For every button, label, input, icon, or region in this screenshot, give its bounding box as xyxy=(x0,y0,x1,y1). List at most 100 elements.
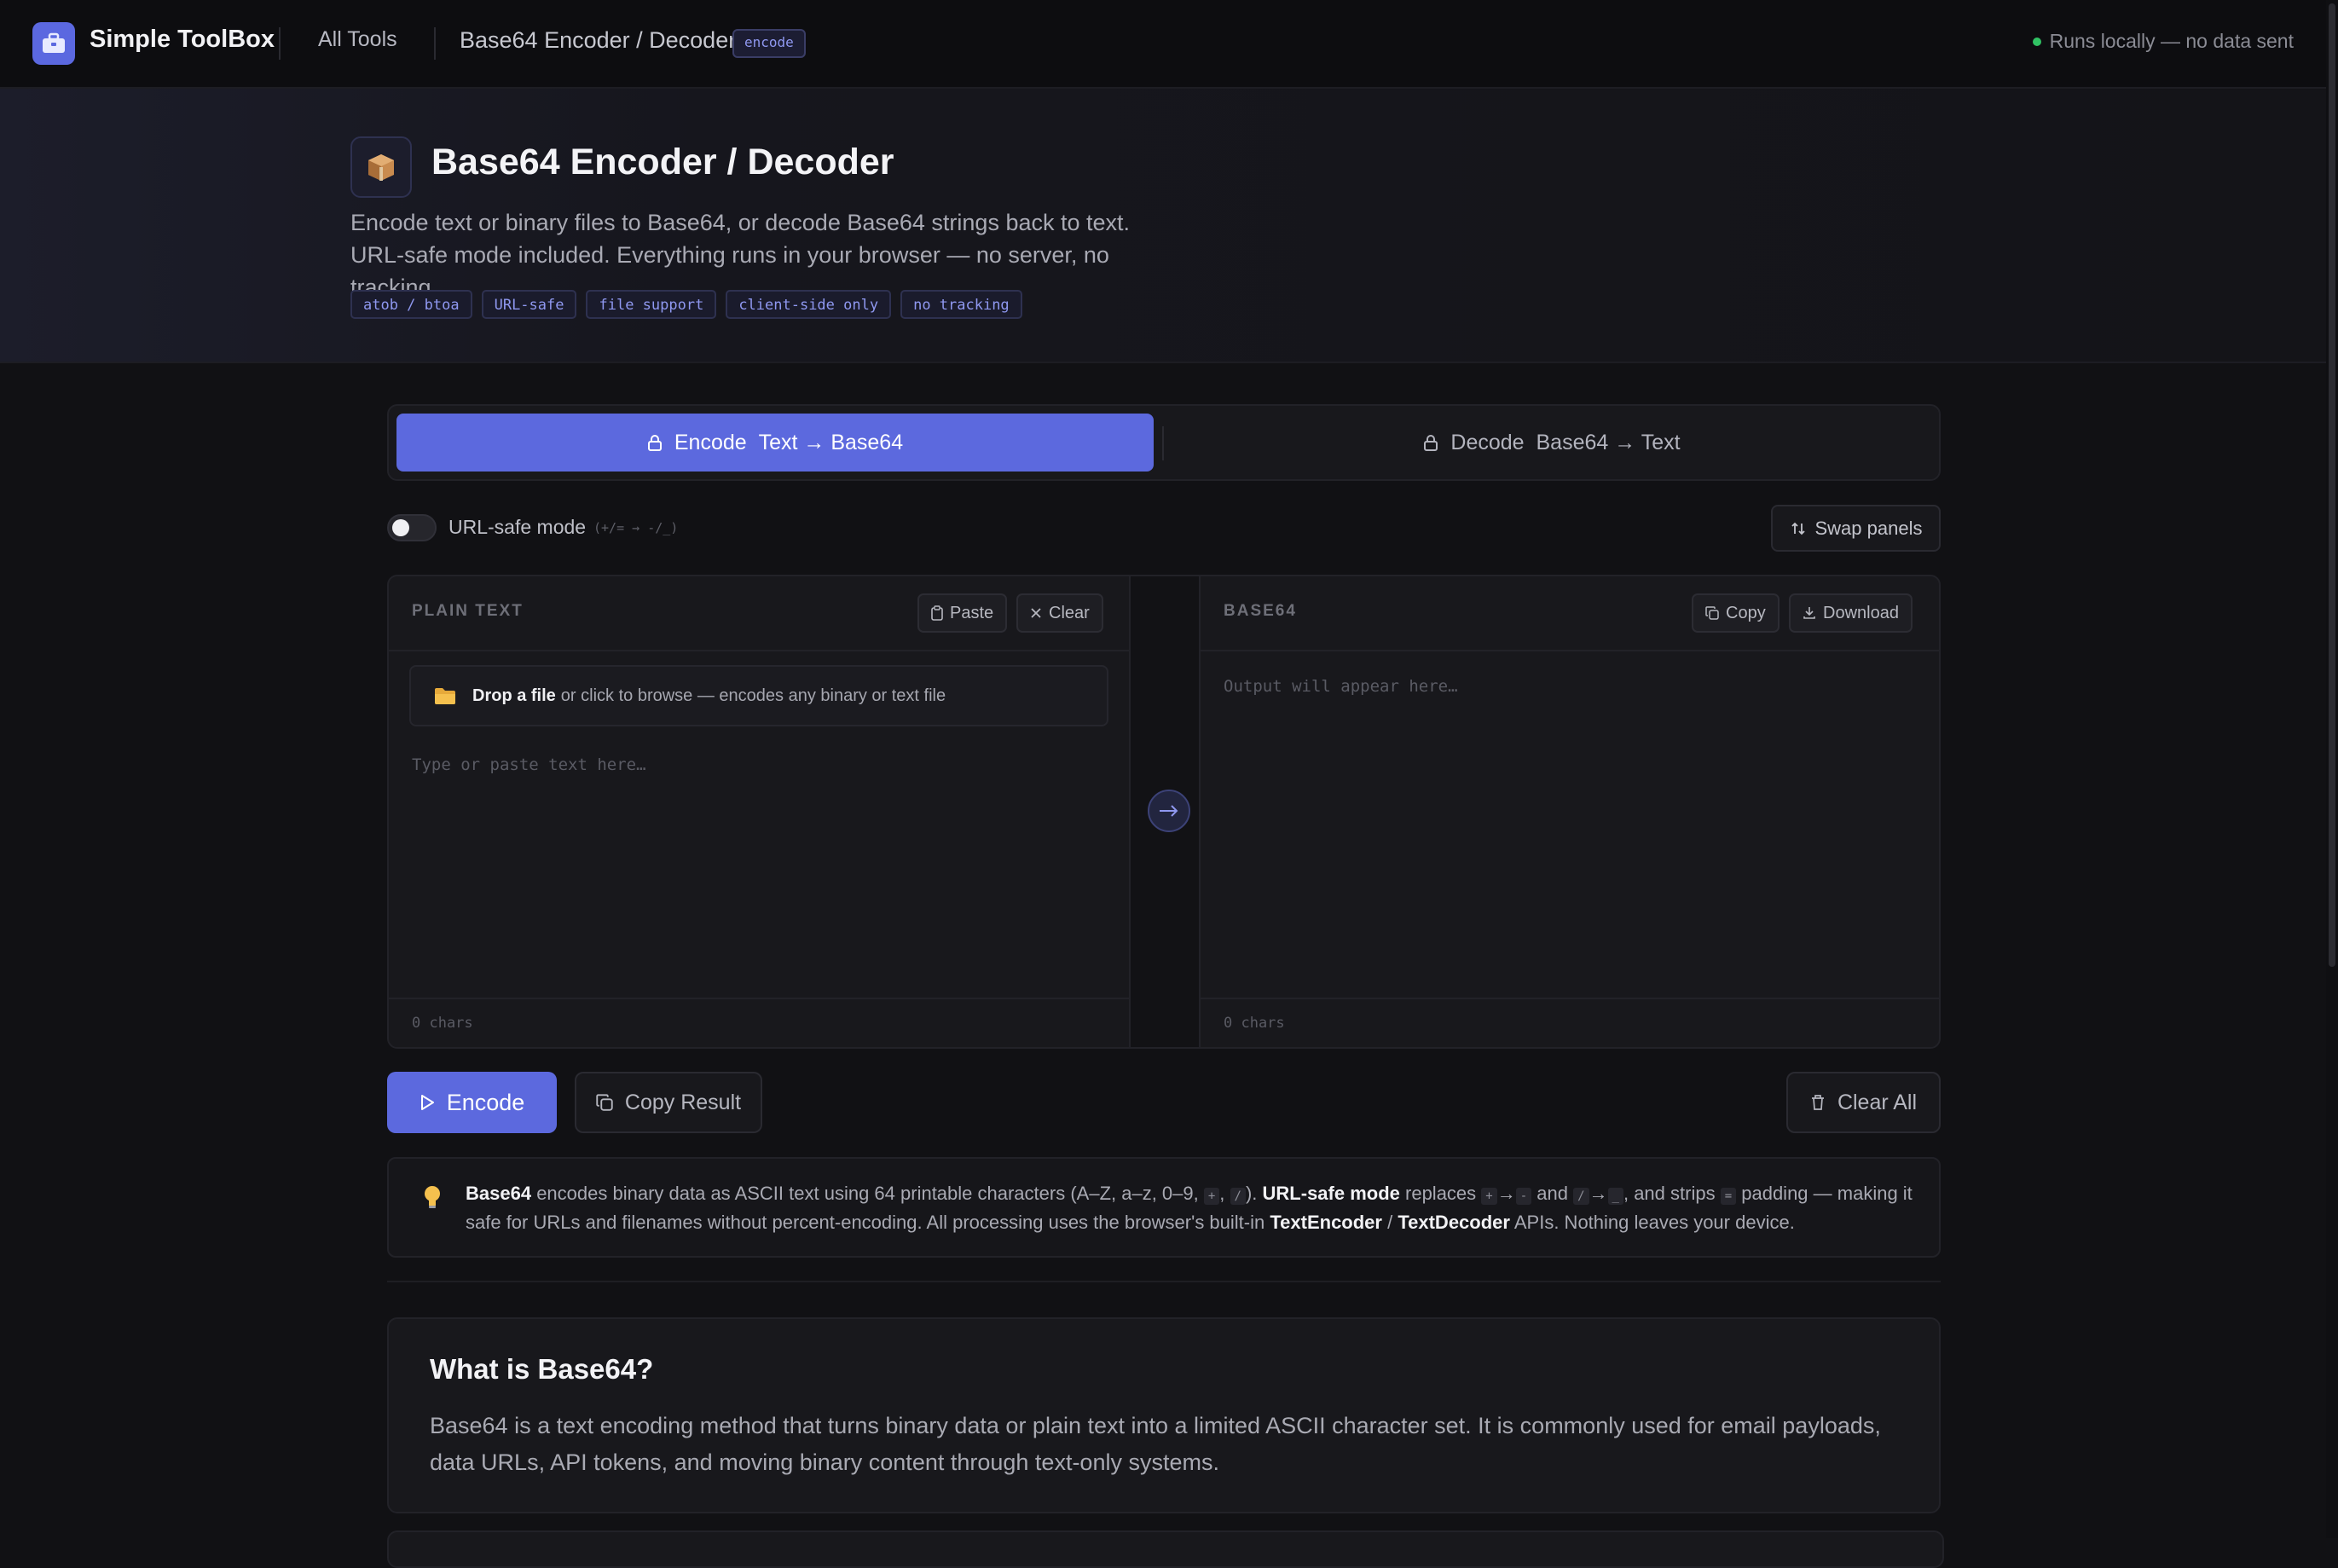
toolbox-logo-icon[interactable] xyxy=(32,22,75,65)
feature-tags: atob / btoa URL-safe file support client… xyxy=(350,290,1022,319)
info-note: Base64 encodes binary data as ASCII text… xyxy=(387,1157,1941,1258)
copy-result-button[interactable]: Copy Result xyxy=(575,1072,762,1133)
tag: no tracking xyxy=(900,290,1022,319)
download-icon xyxy=(1803,607,1815,619)
input-panel-header: PLAIN TEXT Paste Clear xyxy=(389,576,1129,651)
toggle-knob xyxy=(392,519,409,536)
input-panel-label: PLAIN TEXT xyxy=(412,602,524,620)
divider xyxy=(1162,426,1164,460)
tag: file support xyxy=(586,290,717,319)
info-fragment: / xyxy=(1381,1212,1398,1233)
copy-output-button[interactable]: Copy xyxy=(1692,593,1780,633)
clear-input-button[interactable]: Clear xyxy=(1016,593,1103,633)
info-code: = xyxy=(1720,1188,1737,1205)
info-fragment: , and strips xyxy=(1623,1183,1721,1204)
nav-all-tools-link[interactable]: All Tools xyxy=(318,27,397,52)
arrow-right-icon xyxy=(1148,790,1190,832)
next-card xyxy=(387,1530,1944,1568)
info-fragment: APIs. Nothing leaves your device. xyxy=(1509,1212,1795,1233)
output-panel-footer: 0 chars xyxy=(1201,998,1939,1047)
copy-result-label: Copy Result xyxy=(624,1090,742,1114)
paste-button[interactable]: Paste xyxy=(917,593,1008,633)
url-safe-toggle[interactable] xyxy=(387,514,437,541)
clipboard-icon xyxy=(931,605,943,621)
what-is-base64-card: What is Base64? Base64 is a text encodin… xyxy=(387,1317,1941,1513)
lightbulb-icon xyxy=(423,1184,442,1214)
output-char-count: 0 chars xyxy=(1224,1015,1285,1032)
page-title: Base64 Encoder / Decoder xyxy=(431,142,894,182)
tab-decode-desc: Base64 → Text xyxy=(1536,430,1681,454)
encode-button[interactable]: Encode xyxy=(387,1072,557,1133)
folder-icon xyxy=(435,688,455,704)
tab-encode-verb: Encode xyxy=(674,430,747,454)
output-panel: BASE64 Copy Download Output will appear … xyxy=(1201,576,1939,1047)
info-code: - xyxy=(1515,1188,1532,1205)
info-fragment: , xyxy=(1219,1183,1230,1204)
info-text: Base64 encodes binary data as ASCII text… xyxy=(466,1179,1915,1237)
info-term: URL-safe mode xyxy=(1262,1183,1400,1204)
copy-label: Copy xyxy=(1726,603,1766,622)
info-fragment: → xyxy=(1589,1183,1608,1204)
divider xyxy=(279,27,281,60)
input-char-count: 0 chars xyxy=(412,1015,473,1032)
output-textarea[interactable]: Output will appear here… xyxy=(1224,677,1458,696)
package-icon xyxy=(350,136,412,198)
clear-all-button[interactable]: Clear All xyxy=(1786,1072,1941,1133)
info-fragment: → xyxy=(1496,1183,1516,1204)
swap-icon xyxy=(1791,522,1805,535)
output-panel-header: BASE64 Copy Download xyxy=(1201,576,1939,651)
info-term: TextEncoder xyxy=(1270,1212,1382,1233)
status-text: Runs locally — no data sent xyxy=(2049,30,2294,52)
input-textarea[interactable]: Type or paste text here… xyxy=(412,755,646,774)
copy-icon xyxy=(1705,606,1719,620)
lock-icon xyxy=(647,435,662,451)
info-fragment: encodes binary data as ASCII text using … xyxy=(531,1183,1204,1204)
drop-text: or click to browse — encodes any binary … xyxy=(560,686,946,705)
tag: client-side only xyxy=(726,290,892,319)
page-description: Encode text or binary files to Base64, o… xyxy=(350,210,1131,300)
scrollbar-thumb[interactable] xyxy=(2329,3,2335,967)
info-code: _ xyxy=(1607,1188,1623,1205)
info-code: / xyxy=(1230,1188,1246,1205)
info-fragment: replaces xyxy=(1399,1183,1482,1204)
clear-label: Clear xyxy=(1049,603,1090,622)
breadcrumb-current: Base64 Encoder / Decoder xyxy=(460,27,737,53)
output-panel-label: BASE64 xyxy=(1224,602,1297,620)
url-safe-label: URL-safe mode xyxy=(449,516,587,538)
info-fragment: and xyxy=(1531,1183,1574,1204)
swap-panels-label: Swap panels xyxy=(1814,517,1923,539)
info-term: TextDecoder xyxy=(1398,1212,1510,1233)
tag: URL-safe xyxy=(481,290,577,319)
local-status: Runs locally — no data sent xyxy=(2032,30,2294,53)
paste-label: Paste xyxy=(950,603,994,622)
article-body: Base64 is a text encoding method that tu… xyxy=(430,1413,1881,1475)
file-drop-zone[interactable]: Drop a file or click to browse — encodes… xyxy=(409,665,1108,726)
editor-panels: PLAIN TEXT Paste Clear Drop a file or cl… xyxy=(387,575,1941,1049)
swap-panels-button[interactable]: Swap panels xyxy=(1771,505,1941,552)
status-dot-icon xyxy=(2032,37,2041,46)
encode-button-label: Encode xyxy=(446,1089,525,1115)
info-code: / xyxy=(1573,1188,1589,1205)
info-term: Base64 xyxy=(466,1183,532,1204)
panel-gutter xyxy=(1129,576,1201,1047)
tab-encode[interactable]: Encode Text → Base64 xyxy=(396,414,1154,472)
copy-icon xyxy=(596,1094,613,1111)
clear-all-label: Clear All xyxy=(1837,1090,1918,1114)
drop-strong-text: Drop a file xyxy=(472,686,556,705)
play-icon xyxy=(420,1095,434,1110)
tab-decode[interactable]: Decode Base64 → Text xyxy=(1173,414,1930,472)
tab-decode-verb: Decode xyxy=(1450,430,1525,454)
brand-name[interactable]: Simple ToolBox xyxy=(90,26,275,54)
download-button[interactable]: Download xyxy=(1789,593,1913,633)
breadcrumb-badge: encode xyxy=(732,29,806,58)
mode-tabs: Encode Text → Base64 Decode Base64 → Tex… xyxy=(387,404,1941,481)
unlock-icon xyxy=(1424,435,1438,451)
info-fragment: ). xyxy=(1245,1183,1263,1204)
tag: atob / btoa xyxy=(350,290,472,319)
trash-icon xyxy=(1811,1095,1824,1110)
info-code: + xyxy=(1481,1188,1497,1205)
tab-encode-desc: Text → Base64 xyxy=(758,430,904,454)
input-panel-footer: 0 chars xyxy=(389,998,1129,1047)
close-icon xyxy=(1031,608,1041,618)
divider xyxy=(434,27,436,60)
